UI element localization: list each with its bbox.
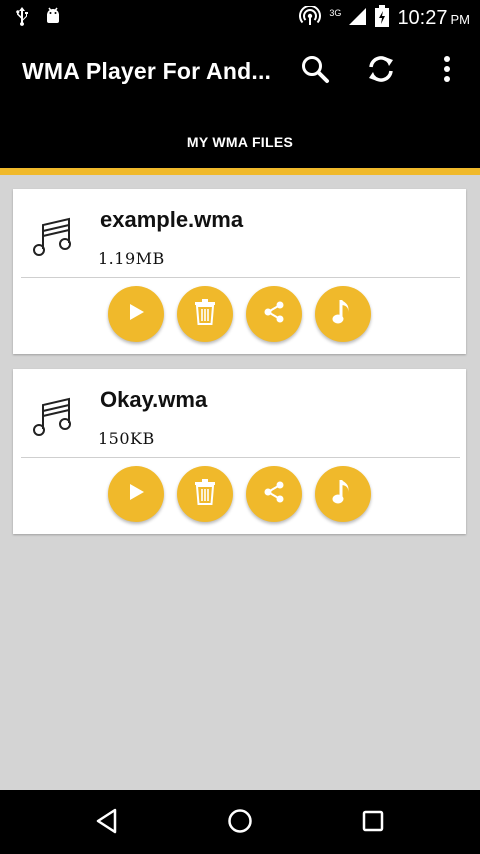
hotspot-icon: [299, 4, 322, 31]
delete-icon: [194, 298, 216, 330]
delete-button[interactable]: [177, 466, 233, 522]
refresh-icon: [365, 53, 397, 90]
share-button[interactable]: [246, 466, 302, 522]
navigation-bar: [0, 790, 480, 854]
ringtone-icon: [332, 478, 354, 511]
overflow-menu-icon: [443, 55, 451, 88]
search-button[interactable]: [300, 54, 330, 88]
file-name: Okay.wma: [100, 387, 208, 412]
app-title: WMA Player For And...: [22, 58, 272, 84]
play-icon: [126, 302, 146, 327]
delete-icon: [194, 478, 216, 510]
music-note-icon: [33, 215, 75, 259]
ringtone-icon: [332, 298, 354, 331]
share-icon: [262, 480, 286, 509]
overflow-menu-button[interactable]: [432, 54, 462, 88]
clock: 10:27 PM: [397, 7, 470, 30]
status-bar: 3G 10:27 PM: [0, 0, 480, 34]
play-icon: [126, 482, 146, 507]
refresh-button[interactable]: [366, 54, 396, 88]
app-bar: WMA Player For And... MY WMA FILES: [0, 34, 480, 175]
clock-ampm: PM: [450, 12, 471, 27]
share-button[interactable]: [246, 286, 302, 342]
music-note-icon: [33, 395, 75, 439]
play-button[interactable]: [108, 466, 164, 522]
recents-button[interactable]: [356, 806, 390, 840]
set-ringtone-button[interactable]: [315, 466, 371, 522]
android-debug-icon: [44, 6, 62, 31]
tab-my-wma-files[interactable]: MY WMA FILES: [0, 122, 480, 162]
play-button[interactable]: [108, 286, 164, 342]
back-icon: [95, 808, 119, 839]
file-name: example.wma: [100, 207, 244, 232]
file-card[interactable]: Okay.wma 150KB: [13, 369, 466, 534]
recents-icon: [361, 809, 385, 838]
back-button[interactable]: [90, 806, 124, 840]
search-icon: [300, 54, 330, 89]
home-icon: [227, 808, 253, 839]
network-type: 3G: [329, 7, 342, 18]
file-size: 1.19MB: [98, 249, 165, 268]
set-ringtone-button[interactable]: [315, 286, 371, 342]
usb-icon: [14, 6, 30, 31]
battery-icon: [375, 5, 390, 32]
signal-icon: [349, 6, 367, 31]
clock-time: 10:27: [397, 7, 448, 29]
tab-indicator: [0, 168, 480, 175]
file-card[interactable]: example.wma 1.19MB: [13, 189, 466, 354]
delete-button[interactable]: [177, 286, 233, 342]
divider: [21, 457, 460, 458]
file-size: 150KB: [98, 429, 155, 448]
home-button[interactable]: [223, 806, 257, 840]
divider: [21, 277, 460, 278]
share-icon: [262, 300, 286, 329]
